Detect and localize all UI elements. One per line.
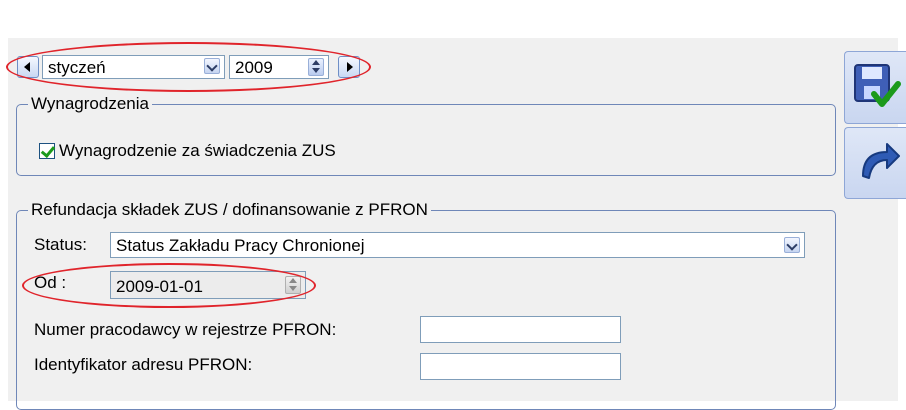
undo-button[interactable] [844,127,906,199]
identyfikator-pfron-input[interactable] [420,353,621,380]
numer-pfron-input[interactable] [420,316,621,343]
chevron-down-icon [786,239,798,251]
zus-checkbox-label[interactable]: Wynagrodzenie za świadczenia ZUS [59,141,336,161]
checkmark-icon [40,142,56,159]
highlight-ellipse-od [22,263,316,308]
zus-checkbox[interactable] [39,142,56,159]
status-dropdown-button[interactable] [784,237,800,253]
undo-arrow-icon [862,143,900,179]
highlight-ellipse-period [6,42,371,92]
numer-label: Numer pracodawcy w rejestrze PFRON: [34,320,337,339]
status-value: Status Zakładu Pracy Chronionej [116,236,365,255]
status-label: Status: [34,235,87,254]
wynagrodzenia-group [16,104,836,176]
floppy-disk-check-icon [854,64,901,107]
status-select[interactable]: Status Zakładu Pracy Chronionej [110,232,805,258]
save-button[interactable] [844,51,906,124]
identyfikator-label: Identyfikator adresu PFRON: [34,355,253,374]
wynagrodzenia-title: Wynagrodzenia [28,94,152,114]
refundacja-title: Refundacja składek ZUS / dofinansowanie … [28,200,431,220]
